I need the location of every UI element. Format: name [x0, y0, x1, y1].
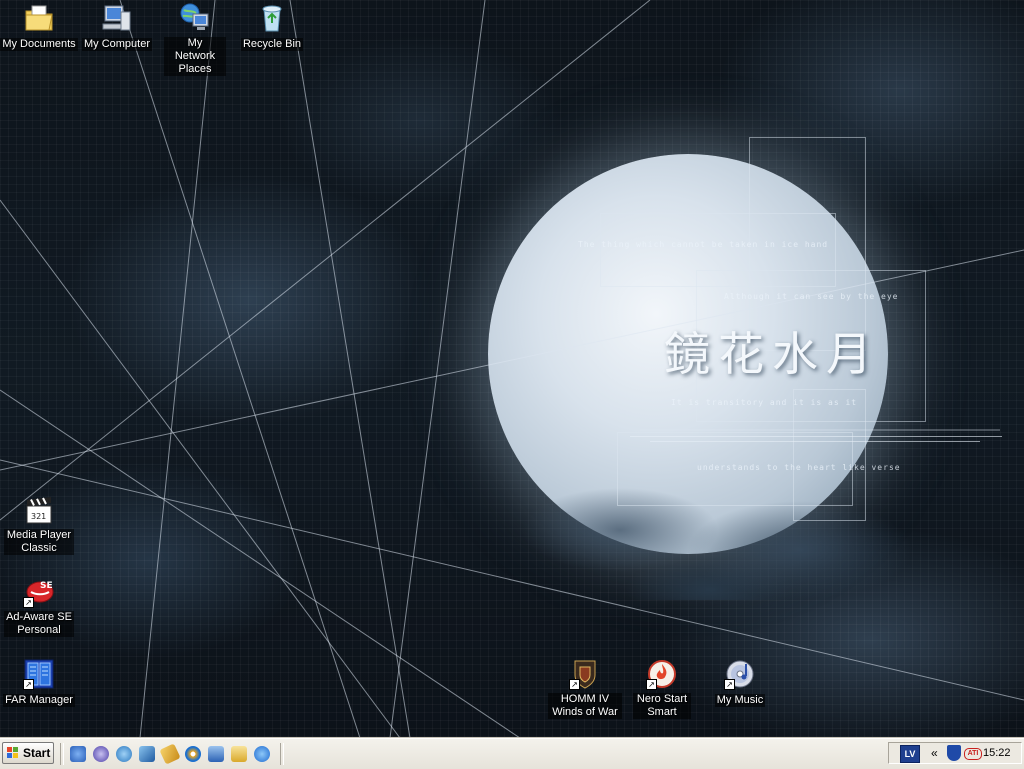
desktop-icon-my-network-places[interactable]: My Network Places — [156, 2, 234, 77]
desktop-icon-ad-aware[interactable]: SE ↗ Ad-Aware SE Personal — [0, 576, 78, 638]
desktop-icon-my-documents[interactable]: My Documents — [0, 2, 78, 52]
taskbar: Start LV « ATI 15:22 — [0, 738, 1024, 769]
poem-line-3: It is transitory and it is as it — [671, 398, 858, 407]
svg-text:SE: SE — [40, 581, 53, 591]
desktop[interactable]: The thing which cannot be taken in ice h… — [0, 0, 1024, 738]
shortcut-arrow-icon: ↗ — [23, 679, 34, 690]
desktop-icon-media-player-classic[interactable]: 321 Media Player Classic — [0, 494, 78, 556]
recycle-bin-icon — [256, 2, 288, 34]
wallpaper-calligraphy: 鏡花水月 — [664, 327, 880, 381]
desktop-icon-label: Ad-Aware SE Personal — [4, 611, 74, 637]
svg-text:321: 321 — [31, 512, 46, 521]
shortcut-arrow-icon: ↗ — [569, 679, 580, 690]
poem-line-1: The thing which cannot be taken in ice h… — [578, 240, 829, 249]
desktop-icon-label: FAR Manager — [3, 694, 75, 707]
desktop-icon-label: Nero Start Smart — [633, 693, 691, 719]
quick-launch-ie-icon[interactable] — [254, 746, 270, 762]
quick-launch-globe-icon[interactable] — [93, 746, 109, 762]
network-globe-icon — [179, 2, 211, 34]
desktop-icon-far-manager[interactable]: ↗ FAR Manager — [0, 658, 78, 708]
poem-line-4: understands to the heart like verse — [697, 463, 901, 472]
desktop-icon-label: My Network Places — [164, 37, 226, 76]
homm-shield-icon: ↗ — [569, 658, 601, 690]
desktop-icon-label: My Computer — [81, 38, 153, 51]
quick-launch-tool-icon[interactable] — [159, 743, 181, 765]
wallpaper-rule — [650, 441, 980, 442]
windows-logo-icon — [7, 747, 19, 759]
shortcut-arrow-icon: ↗ — [23, 597, 34, 608]
quick-launch-browser-icon[interactable] — [70, 746, 86, 762]
quick-launch-media-player-icon[interactable] — [185, 746, 201, 762]
quick-launch-messenger-icon[interactable] — [116, 746, 132, 762]
desktop-icon-nero[interactable]: ↗ Nero Start Smart — [623, 658, 701, 720]
folder-documents-icon — [23, 2, 55, 34]
desktop-icon-label: HOMM IV Winds of War — [548, 693, 622, 719]
shortcut-arrow-icon: ↗ — [646, 679, 657, 690]
desktop-icon-label: My Music — [714, 694, 766, 707]
quick-launch-outlook-icon[interactable] — [139, 746, 155, 762]
start-label: Start — [23, 746, 51, 760]
wallpaper-rule — [630, 436, 1002, 437]
ad-aware-lips-icon: SE ↗ — [23, 576, 55, 608]
desktop-icon-recycle-bin[interactable]: Recycle Bin — [233, 2, 311, 52]
computer-icon — [101, 2, 133, 34]
start-button[interactable]: Start — [2, 742, 54, 764]
desktop-icon-my-music[interactable]: ↗ My Music — [701, 658, 779, 708]
clock[interactable]: 15:22 — [983, 747, 1011, 759]
desktop-icon-label: Recycle Bin — [240, 38, 304, 51]
far-manager-icon: ↗ — [23, 658, 55, 690]
desktop-icon-label: Media Player Classic — [4, 529, 74, 555]
language-indicator[interactable]: LV — [900, 745, 920, 763]
poem-line-2: Although it can see by the eye — [724, 292, 899, 301]
antivirus-shield-icon[interactable] — [947, 745, 961, 761]
clapperboard-icon: 321 — [23, 494, 55, 526]
tray-expand-button[interactable]: « — [931, 746, 938, 760]
toolbar-separator — [280, 743, 284, 765]
desktop-icon-label: My Documents — [0, 38, 78, 51]
quick-launch-window-icon[interactable] — [208, 746, 224, 762]
wallpaper-frame — [793, 389, 866, 521]
toolbar-grip[interactable] — [60, 743, 64, 765]
shortcut-arrow-icon: ↗ — [724, 679, 735, 690]
desktop-icon-my-computer[interactable]: My Computer — [78, 2, 156, 52]
ati-tray-icon[interactable]: ATI — [964, 748, 982, 760]
desktop-icon-homm[interactable]: ↗ HOMM IV Winds of War — [546, 658, 624, 720]
music-disc-icon: ↗ — [724, 658, 756, 690]
nero-flame-icon: ↗ — [646, 658, 678, 690]
quick-launch-folder-icon[interactable] — [231, 746, 247, 762]
